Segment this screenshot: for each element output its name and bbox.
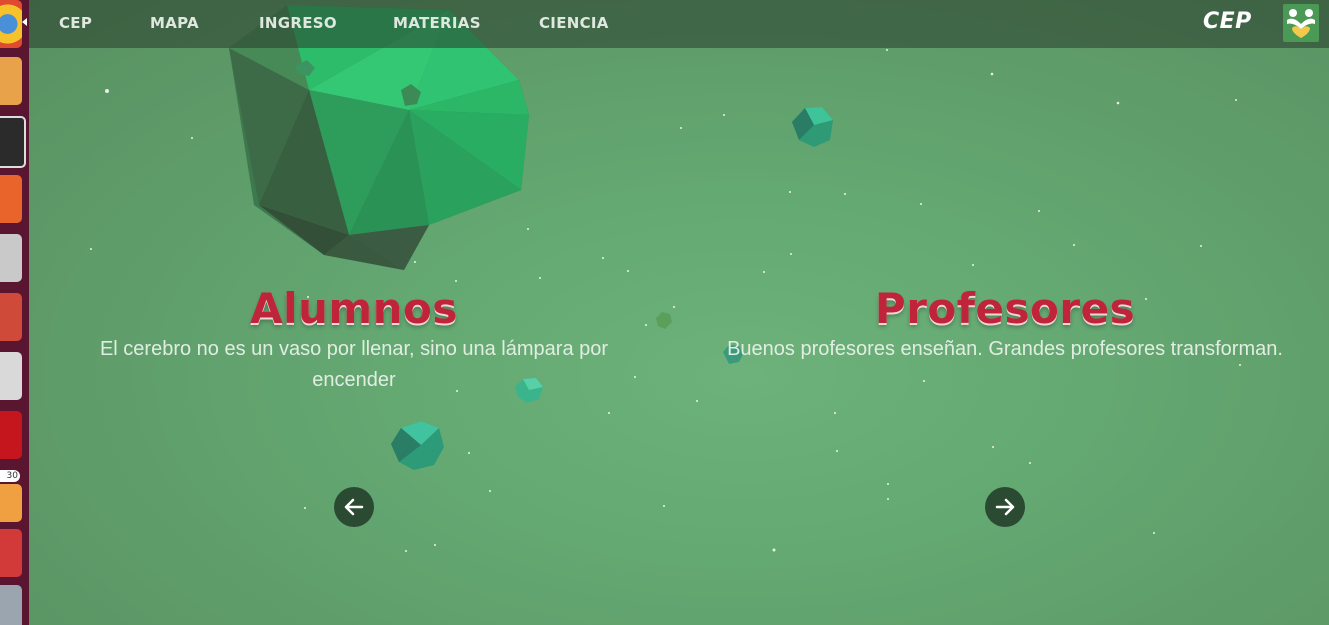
files-icon[interactable] [0,175,22,223]
nav-item-ciencia[interactable]: CIENCIA [539,14,609,32]
active-app-indicator [22,18,27,26]
slide-title-alumnos: Alumnos [250,284,458,333]
nav-item-ingreso[interactable]: INGRESO [259,14,337,32]
nav-item-materias[interactable]: MATERIAS [393,14,481,32]
brand-name[interactable]: CEP [1203,9,1252,34]
update-icon[interactable] [0,484,22,522]
screenshot-icon[interactable] [0,352,22,400]
slide-text-alumnos: El cerebro no es un vaso por llenar, sin… [99,338,609,391]
popcorn-icon[interactable] [0,529,22,577]
slide-title-profesores: Profesores [874,284,1136,333]
presentation-icon[interactable] [0,234,22,282]
settings-icon[interactable] [0,293,22,341]
browser-icon[interactable] [0,0,22,48]
arrow-left-icon [344,498,364,516]
hero-scene: CEP MAPA INGRESO MATERIAS CIENCIA CEP Al… [29,0,1329,625]
next-button[interactable] [985,487,1025,527]
update-count-badge: 30 [0,470,20,482]
filezilla-icon[interactable] [0,411,22,459]
nav-item-cep[interactable]: CEP [59,14,92,32]
disk-icon[interactable] [0,585,22,625]
arrow-right-icon [995,498,1015,516]
nav-item-mapa[interactable]: MAPA [150,14,199,32]
slide-text-profesores: Buenos profesores enseñan. Grandes profe… [727,338,1283,360]
terminal-icon[interactable] [0,116,26,168]
git-icon[interactable] [0,57,22,105]
previous-button[interactable] [334,487,374,527]
top-navbar: CEP MAPA INGRESO MATERIAS CIENCIA CEP [29,0,1329,48]
hands-heart-icon[interactable] [1283,4,1319,42]
launcher-sidebar: 30 [0,0,30,625]
